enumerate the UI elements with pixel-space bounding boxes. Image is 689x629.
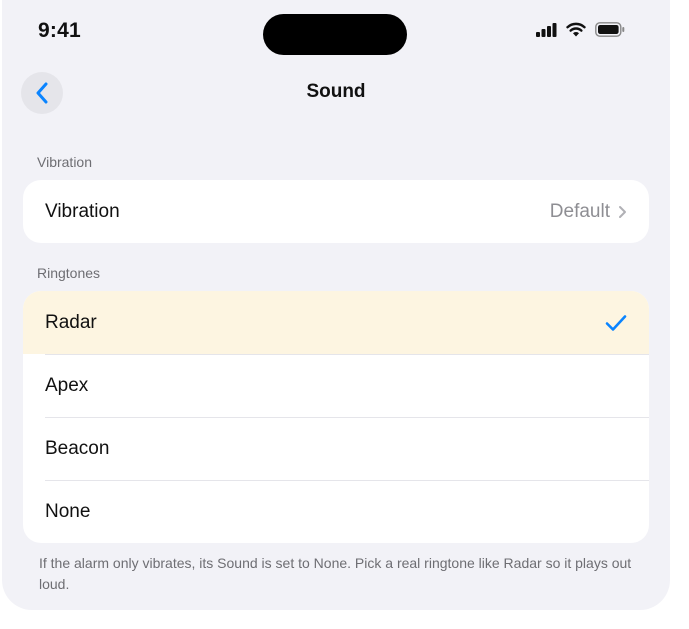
vibration-row-value: Default — [549, 200, 610, 222]
ringtone-label: Beacon — [45, 437, 110, 459]
ringtones-card: Radar Apex Beacon None — [23, 291, 649, 543]
page-title: Sound — [306, 81, 366, 102]
section-header-ringtones: Ringtones — [37, 265, 101, 281]
wifi-icon — [566, 22, 586, 37]
ringtone-row-beacon[interactable]: Beacon — [23, 417, 649, 480]
ringtone-label: None — [45, 500, 91, 522]
checkmark-icon — [605, 314, 627, 331]
chevron-right-icon — [619, 205, 626, 218]
dynamic-island — [263, 14, 407, 55]
ringtone-row-apex[interactable]: Apex — [23, 354, 649, 417]
ringtone-label: Apex — [45, 374, 89, 396]
cellular-signal-icon — [536, 22, 557, 37]
vibration-row-label: Vibration — [45, 200, 120, 222]
section-header-vibration: Vibration — [37, 154, 93, 170]
status-icons — [536, 22, 625, 37]
ringtone-row-radar[interactable]: Radar — [23, 291, 649, 354]
phone-screen: 9:41 Sound Vibration Vibration Default R… — [2, 0, 670, 610]
ringtone-row-none[interactable]: None — [23, 480, 649, 543]
footnote: If the alarm only vibrates, its Sound is… — [39, 555, 632, 592]
status-time: 9:41 — [38, 19, 81, 42]
vibration-card: Vibration Default — [23, 180, 649, 243]
vibration-row[interactable]: Vibration Default — [23, 180, 649, 243]
battery-icon — [595, 22, 625, 37]
ringtone-label: Radar — [45, 311, 97, 333]
